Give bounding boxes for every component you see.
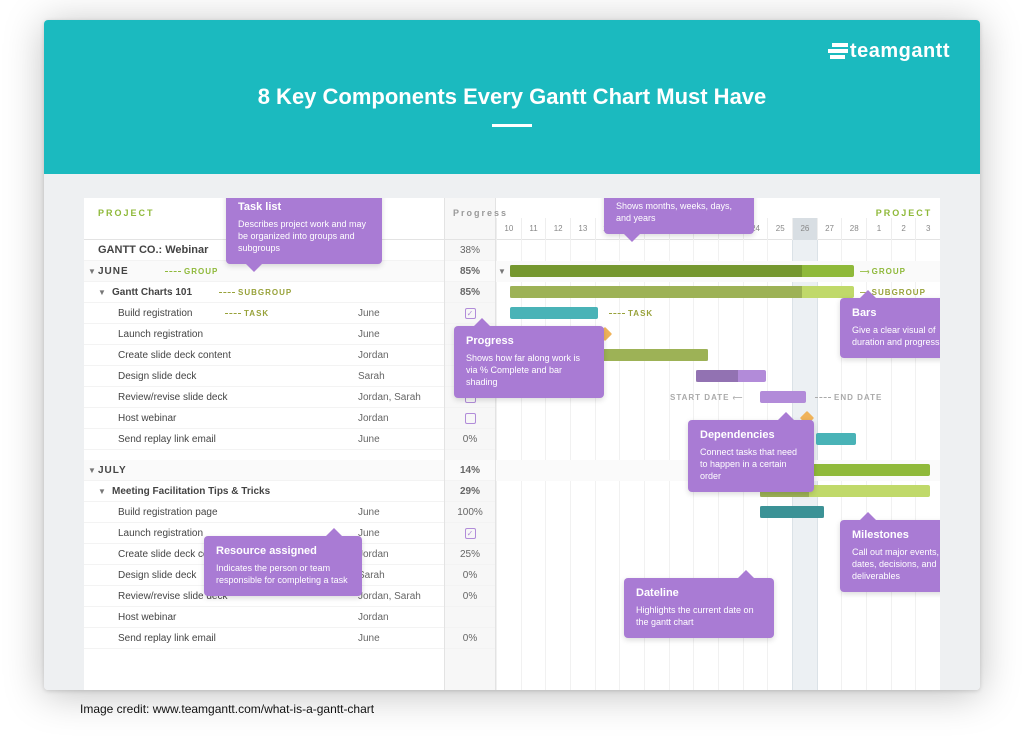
assigned-cell: Sarah: [354, 366, 444, 387]
subgroup-row[interactable]: ▼Gantt Charts 101SUBGROUP: [84, 282, 354, 303]
timeline-day: 27: [817, 218, 842, 240]
assigned-cell: Jordan: [354, 345, 444, 366]
progress-cell: 29%: [445, 481, 495, 502]
assigned-cell: June: [354, 502, 444, 523]
callout-dependencies: DependenciesConnect tasks that need to h…: [688, 420, 814, 492]
callout-dateline: DatelineHighlights the current date on t…: [624, 578, 774, 638]
assigned-column: June June Jordan Sarah Jordan, Sarah Jor…: [354, 198, 444, 690]
timeline-day: 26: [792, 218, 817, 240]
progress-cell: 38%: [445, 240, 495, 261]
image-credit: Image credit: www.teamgantt.com/what-is-…: [80, 702, 374, 716]
group-tag: GROUP: [162, 261, 218, 282]
gantt-bar-task[interactable]: [510, 307, 598, 319]
end-date-tag: END DATE: [812, 387, 882, 408]
callout-bars: BarsGive a clear visual of duration and …: [840, 298, 940, 358]
title-underline: [492, 124, 532, 127]
task-row[interactable]: Host webinar: [84, 408, 354, 429]
task-row[interactable]: Send replay link email: [84, 429, 354, 450]
gantt-bar-group[interactable]: [510, 265, 854, 277]
timeline-day: 13: [570, 218, 595, 240]
project-label-left: PROJECT: [98, 208, 155, 218]
chevron-down-icon: ▼: [98, 282, 106, 303]
assigned-cell: Jordan, Sarah: [354, 586, 444, 607]
callout-milestones: MilestonesCall out major events, dates, …: [840, 520, 940, 592]
progress-cell: [445, 607, 495, 628]
checkbox-icon: [465, 528, 476, 539]
infographic-card: teamgantt 8 Key Components Every Gantt C…: [44, 20, 980, 690]
assigned-cell: Jordan: [354, 544, 444, 565]
progress-cell: 85%: [445, 261, 495, 282]
progress-cell: 0%: [445, 429, 495, 450]
callout-tasklist: Task listDescribes project work and may …: [226, 198, 382, 264]
assigned-cell: Jordan: [354, 607, 444, 628]
brand-icon: [828, 43, 848, 59]
progress-cell[interactable]: [445, 408, 495, 429]
assigned-cell: June: [354, 303, 444, 324]
header: teamgantt 8 Key Components Every Gantt C…: [44, 20, 980, 174]
group-tag-tl: GROUP: [860, 261, 906, 282]
project-label-right: PROJECT: [868, 208, 940, 218]
task-row[interactable]: Design slide deck: [84, 366, 354, 387]
gantt-bar-task[interactable]: [816, 433, 856, 445]
gantt-bar-task[interactable]: [598, 349, 708, 361]
assigned-cell: June: [354, 523, 444, 544]
assigned-cell: Jordan, Sarah: [354, 387, 444, 408]
page-title: 8 Key Components Every Gantt Chart Must …: [44, 20, 980, 110]
task-row[interactable]: Create slide deck content: [84, 345, 354, 366]
task-row[interactable]: Review/revise slide deck: [84, 387, 354, 408]
task-tag-tl: TASK: [606, 303, 653, 324]
progress-cell: 100%: [445, 502, 495, 523]
subgroup-row[interactable]: ▼Meeting Facilitation Tips & Tricks: [84, 481, 354, 502]
task-row[interactable]: Host webinar: [84, 607, 354, 628]
start-date-tag: START DATE: [670, 387, 741, 408]
progress-cell: 25%: [445, 544, 495, 565]
callout-progress: ProgressShows how far along work is via …: [454, 326, 604, 398]
brand-logo: teamgantt: [828, 40, 950, 63]
assigned-cell: June: [354, 324, 444, 345]
gantt-bar-task[interactable]: [760, 391, 806, 403]
group-row-june[interactable]: ▼JUNEGROUP: [84, 261, 354, 282]
timeline-day: 10: [496, 218, 521, 240]
timeline-day: 1: [866, 218, 891, 240]
assigned-cell: June: [354, 628, 444, 649]
task-body: GANTT CO.: Webinar ▼JUNEGROUP ▼Gantt Cha…: [84, 240, 354, 690]
chevron-down-icon: ▼: [98, 481, 106, 502]
progress-cell: 85%: [445, 282, 495, 303]
assigned-cell: Jordan: [354, 408, 444, 429]
chevron-down-icon: ▼: [88, 261, 96, 282]
gantt-sheet: PROJECT GANTT CO.: Webinar ▼JUNEGROUP ▼G…: [84, 198, 940, 690]
task-row[interactable]: Build registration page: [84, 502, 354, 523]
stage: PROJECT GANTT CO.: Webinar ▼JUNEGROUP ▼G…: [44, 174, 980, 690]
assigned-cell: Sarah: [354, 565, 444, 586]
progress-cell: 0%: [445, 586, 495, 607]
assigned-cell: June: [354, 429, 444, 450]
gantt-bar-task[interactable]: [696, 370, 766, 382]
progress-column: Progress 38% 85% 85% 0% 14% 29% 100%: [444, 198, 496, 690]
progress-cell: 0%: [445, 565, 495, 586]
task-list-column: PROJECT GANTT CO.: Webinar ▼JUNEGROUP ▼G…: [84, 198, 354, 690]
task-row[interactable]: Build registrationTASK: [84, 303, 354, 324]
task-row[interactable]: Send replay link email: [84, 628, 354, 649]
subgroup-tag: SUBGROUP: [216, 282, 292, 303]
timeline-day: 11: [521, 218, 546, 240]
timeline-day: 2: [891, 218, 916, 240]
task-tag: TASK: [222, 303, 269, 324]
checkbox-icon: [465, 413, 476, 424]
gantt-bar-task[interactable]: [760, 506, 824, 518]
progress-cell[interactable]: [445, 523, 495, 544]
callout-resource: Resource assignedIndicates the person or…: [204, 536, 362, 596]
progress-cell: 14%: [445, 460, 495, 481]
task-row[interactable]: Launch registration: [84, 324, 354, 345]
gantt-bar-subgroup[interactable]: [510, 286, 854, 298]
timeline-day: 12: [545, 218, 570, 240]
callout-timeline: TimelineShows months, weeks, days, and y…: [604, 198, 754, 234]
timeline-day: 3: [915, 218, 940, 240]
brand-text: teamgantt: [850, 40, 950, 62]
timeline-day: 28: [841, 218, 866, 240]
chevron-down-icon: ▼: [88, 460, 96, 481]
group-row-july[interactable]: ▼JULY: [84, 460, 354, 481]
timeline-day: 25: [767, 218, 792, 240]
progress-cell: 0%: [445, 628, 495, 649]
